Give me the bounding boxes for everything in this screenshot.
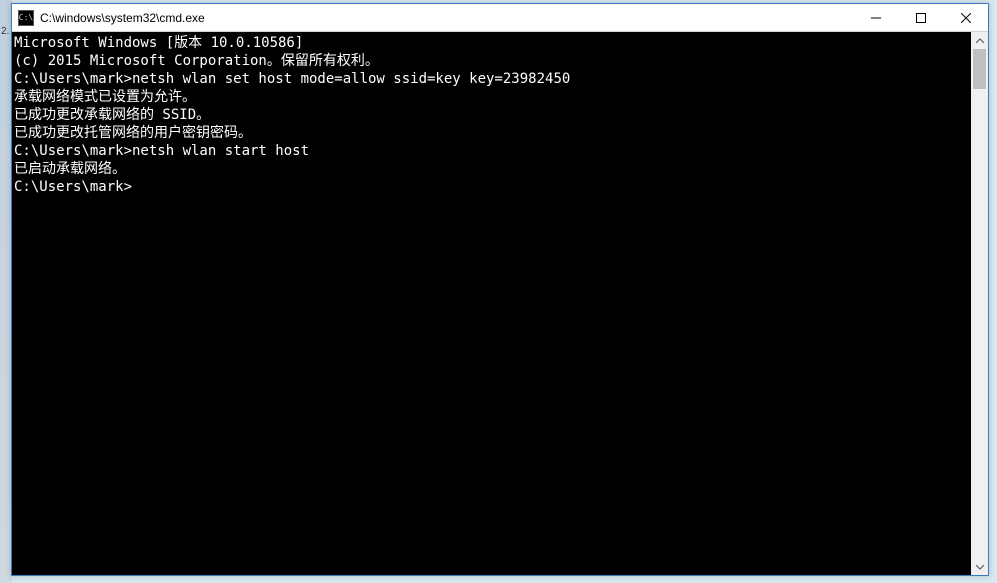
chevron-down-icon [976,563,984,571]
close-button[interactable] [943,4,988,31]
terminal-line: Microsoft Windows [版本 10.0.10586] [14,34,971,52]
window-title: C:\windows\system32\cmd.exe [40,11,853,25]
close-icon [961,13,971,23]
terminal-line: 已启动承载网络。 [14,160,971,178]
terminal-line: 已成功更改承载网络的 SSID。 [14,106,971,124]
window-controls [853,4,988,31]
terminal-output[interactable]: Microsoft Windows [版本 10.0.10586](c) 201… [12,32,971,575]
scrollbar-thumb[interactable] [973,49,986,89]
cmd-icon: C:\ [18,10,34,26]
maximize-button[interactable] [898,4,943,31]
terminal-line: 承载网络模式已设置为允许。 [14,88,971,106]
cmd-window: C:\ C:\windows\system32\cmd.exe Mic [11,3,989,576]
terminal-line: 已成功更改托管网络的用户密钥密码。 [14,124,971,142]
terminal-line: C:\Users\mark>netsh wlan start host [14,142,971,160]
terminal-area: Microsoft Windows [版本 10.0.10586](c) 201… [12,32,988,575]
window-titlebar[interactable]: C:\ C:\windows\system32\cmd.exe [12,4,988,32]
scrollbar-track[interactable] [971,49,988,558]
maximize-icon [916,13,926,23]
scroll-down-button[interactable] [971,558,988,575]
minimize-icon [871,13,881,23]
scroll-up-button[interactable] [971,32,988,49]
terminal-line: C:\Users\mark>netsh wlan set host mode=a… [14,70,971,88]
terminal-line: C:\Users\mark> [14,178,971,196]
chevron-up-icon [976,37,984,45]
minimize-button[interactable] [853,4,898,31]
terminal-line: (c) 2015 Microsoft Corporation。保留所有权利。 [14,52,971,70]
vertical-scrollbar[interactable] [971,32,988,575]
